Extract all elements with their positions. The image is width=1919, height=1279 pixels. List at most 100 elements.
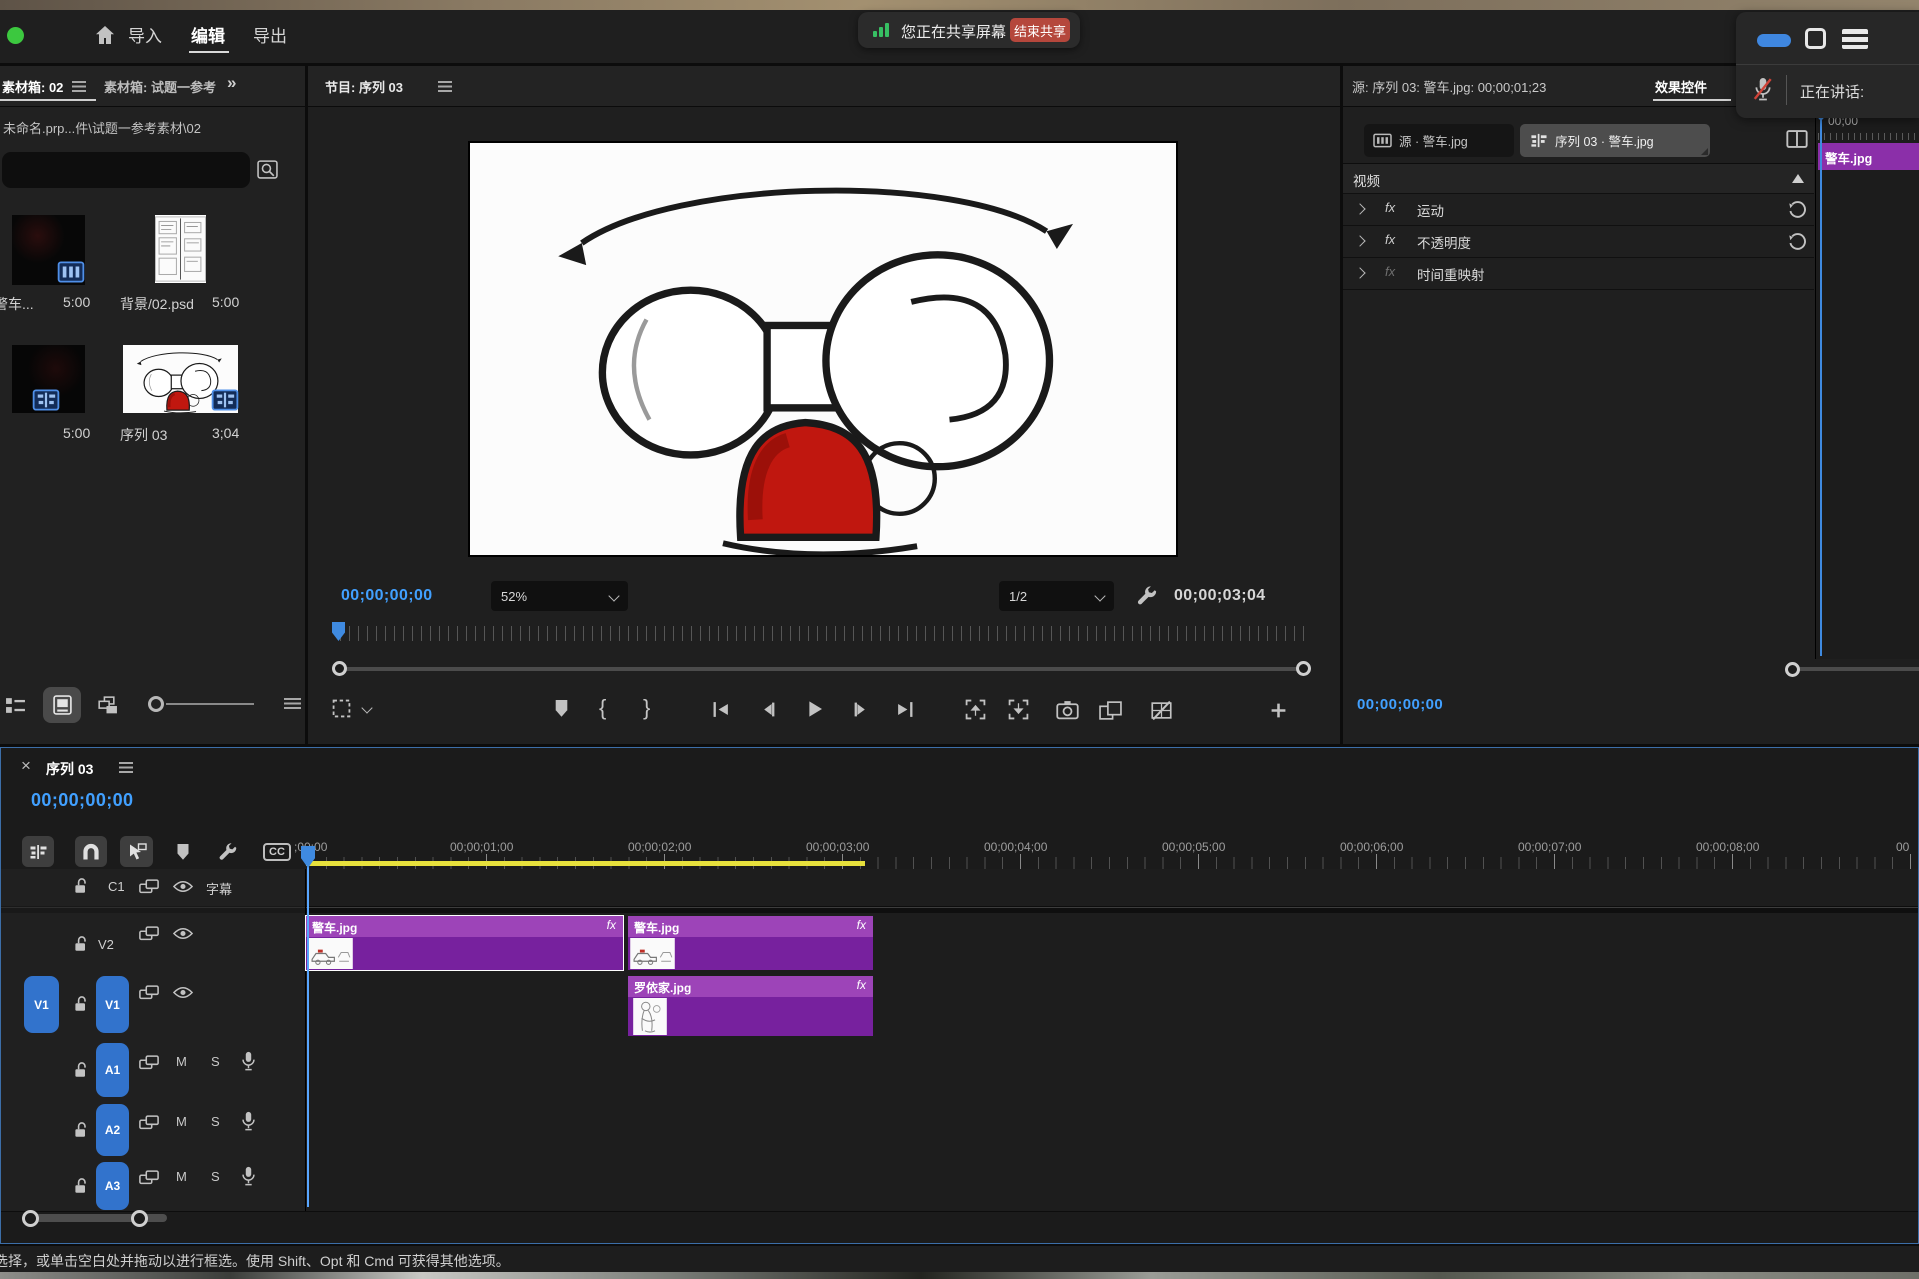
extract-button[interactable]	[1008, 699, 1029, 720]
mic-muted-icon[interactable]	[1752, 76, 1774, 102]
timeline-add-marker-button[interactable]	[176, 843, 190, 861]
multicam-toggle-button[interactable]	[1151, 700, 1172, 721]
list-view-button[interactable]	[5, 696, 26, 715]
program-scrollbar[interactable]	[332, 660, 1312, 678]
timeline-clip-jingche-1[interactable]: 警车.jpg fx	[306, 916, 623, 970]
expand-chevron-icon[interactable]	[1354, 235, 1365, 246]
timeline-title[interactable]: 序列 03	[46, 759, 93, 779]
program-panel-menu-icon[interactable]	[438, 81, 452, 92]
timeline-scrollbar-left-knob[interactable]	[22, 1210, 39, 1227]
program-scrollbar-right-knob[interactable]	[1296, 661, 1311, 676]
snap-toggle[interactable]	[75, 836, 107, 867]
chip-source-clip[interactable]: 源 · 警车.jpg	[1364, 124, 1514, 157]
effects-scrollbar-knob[interactable]	[1785, 662, 1800, 677]
zoom-level-dropdown[interactable]: 52%	[491, 581, 628, 611]
play-button[interactable]	[806, 700, 824, 718]
timeline-panel-menu-icon[interactable]	[119, 762, 133, 773]
work-area-bar[interactable]	[306, 861, 865, 866]
settings-chevron-icon[interactable]	[361, 702, 372, 713]
effects-playhead-line[interactable]	[1820, 111, 1822, 656]
track-select-a1[interactable]: A1	[96, 1043, 129, 1097]
program-current-timecode[interactable]: 00;00;00;00	[341, 587, 433, 605]
collapse-triangle-icon[interactable]	[1792, 174, 1804, 183]
insert-as-nest-toggle[interactable]	[22, 836, 54, 867]
export-frame-button[interactable]	[1056, 700, 1079, 720]
bin-search-input[interactable]	[2, 152, 250, 188]
expand-chevron-icon[interactable]	[1354, 203, 1365, 214]
tab-bin-reference[interactable]: 素材箱: 试题一参考	[104, 77, 224, 96]
playback-resolution-dropdown[interactable]: 1/2	[999, 581, 1114, 611]
track-visibility-eye-toggle[interactable]	[173, 927, 193, 940]
effects-current-timecode[interactable]: 00;00;00;00	[1357, 696, 1443, 713]
effect-row-motion[interactable]: fx 运动	[1343, 194, 1814, 226]
bin-item-name[interactable]: 警车...	[0, 294, 34, 314]
program-scrollbar-left-knob[interactable]	[332, 661, 347, 676]
mic-record-toggle[interactable]	[241, 1111, 256, 1131]
tab-bin-02[interactable]: 素材箱: 02	[2, 77, 63, 96]
thumbnail-zoom-slider[interactable]	[148, 694, 256, 714]
overlay-minimize-button[interactable]	[1757, 34, 1791, 47]
go-to-out-button[interactable]	[896, 701, 915, 718]
track-visibility-eye-toggle[interactable]	[173, 986, 193, 999]
tab-effect-controls[interactable]: 效果控件	[1655, 77, 1707, 96]
track-select-a2[interactable]: A2	[96, 1104, 129, 1156]
effect-row-time-remapping[interactable]: fx 时间重映射	[1343, 258, 1814, 290]
zoom-slider-knob[interactable]	[148, 696, 164, 712]
effect-row-opacity[interactable]: fx 不透明度	[1343, 226, 1814, 258]
nav-tab-import[interactable]: 导入	[128, 22, 162, 47]
freeform-view-button[interactable]	[95, 696, 118, 715]
expand-chevron-icon[interactable]	[1354, 267, 1365, 278]
track-lock-toggle[interactable]	[73, 935, 89, 953]
project-panel-options-icon[interactable]	[284, 698, 301, 711]
track-lock-toggle[interactable]	[73, 1061, 89, 1079]
program-settings-wrench-button[interactable]	[1135, 585, 1158, 608]
icon-view-button[interactable]	[43, 687, 81, 723]
timeline-scrollbar-right-knob[interactable]	[131, 1210, 148, 1227]
track-target-toggle[interactable]	[139, 926, 159, 941]
bin-panel-menu-icon[interactable]	[72, 81, 86, 92]
step-forward-button[interactable]	[851, 701, 868, 718]
nav-tab-edit[interactable]: 编辑	[191, 22, 225, 47]
overlay-window-icon[interactable]	[1805, 28, 1826, 49]
add-marker-button[interactable]	[554, 699, 569, 718]
source-monitor-header-label[interactable]: 源: 序列 03: 警车.jpg: 00;00;01;23	[1352, 77, 1546, 96]
track-target-toggle[interactable]	[139, 1115, 159, 1130]
program-video-frame[interactable]	[470, 143, 1176, 555]
track-select-a3[interactable]: A3	[96, 1162, 129, 1210]
search-bin-icon[interactable]	[257, 160, 278, 179]
effects-scrollbar-track[interactable]	[1790, 667, 1919, 671]
mute-toggle[interactable]: M	[176, 1114, 187, 1129]
end-share-button[interactable]: 结束共享	[1010, 18, 1070, 42]
nav-tab-export[interactable]: 导出	[253, 22, 287, 47]
bin-item-name[interactable]: 序列 03	[120, 425, 167, 445]
safe-margins-button[interactable]	[332, 699, 351, 718]
timeline-playhead-line[interactable]	[307, 865, 309, 1207]
captions-cc-button[interactable]: CC	[263, 843, 291, 861]
bin-item-thumbnail-sequence-03[interactable]	[123, 345, 238, 413]
reset-effect-icon[interactable]	[1788, 233, 1807, 250]
mute-toggle[interactable]: M	[176, 1169, 187, 1184]
bin-item-thumbnail[interactable]	[155, 215, 206, 283]
tab-overflow-chevrons[interactable]: »	[227, 73, 236, 93]
track-target-toggle[interactable]	[139, 1170, 159, 1185]
bin-item-thumbnail[interactable]	[12, 345, 85, 413]
solo-toggle[interactable]: S	[211, 1054, 220, 1069]
window-traffic-light-green[interactable]	[7, 27, 24, 44]
track-target-toggle[interactable]	[139, 985, 159, 1000]
track-lock-toggle[interactable]	[73, 877, 89, 895]
solo-toggle[interactable]: S	[211, 1114, 220, 1129]
program-scrubber[interactable]	[340, 626, 1308, 641]
chip-sequence-clip[interactable]: 序列 03 · 警车.jpg	[1520, 124, 1710, 157]
timeline-close-button[interactable]: ×	[21, 756, 31, 776]
overlay-menu-icon[interactable]	[1842, 29, 1868, 49]
timeline-clip-luoyijia[interactable]: 罗依家.jpg fx	[628, 976, 873, 1036]
lift-button[interactable]	[965, 699, 986, 720]
go-to-in-button[interactable]	[711, 701, 730, 718]
source-patch-v1[interactable]: V1	[24, 976, 59, 1033]
button-editor-plus-button[interactable]	[1270, 702, 1287, 719]
track-visibility-eye-toggle[interactable]	[173, 880, 193, 893]
timeline-settings-wrench-button[interactable]	[217, 842, 238, 863]
step-back-button[interactable]	[761, 701, 778, 718]
reset-effect-icon[interactable]	[1788, 201, 1807, 218]
mic-record-toggle[interactable]	[241, 1051, 256, 1071]
